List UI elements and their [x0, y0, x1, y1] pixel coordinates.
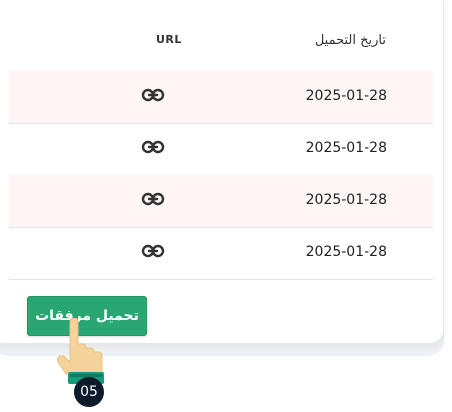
step-badge: 05	[74, 377, 104, 407]
attachments-card: URL تاريخ التحميل 2025-01-28 2025-01-28 …	[0, 0, 444, 344]
table-row: 2025-01-28	[9, 227, 433, 280]
table-row: 2025-01-28	[9, 175, 433, 228]
download-date: 2025-01-28	[305, 244, 387, 260]
download-date: 2025-01-28	[305, 192, 387, 208]
download-date: 2025-01-28	[305, 140, 387, 156]
link-icon[interactable]	[141, 85, 165, 105]
link-icon[interactable]	[141, 241, 165, 261]
column-header-download-date: تاريخ التحميل	[314, 33, 386, 48]
column-header-url: URL	[156, 33, 182, 46]
link-icon[interactable]	[141, 189, 165, 209]
table-row: 2025-01-28	[9, 71, 433, 124]
table-row: 2025-01-28	[9, 123, 433, 176]
download-date: 2025-01-28	[305, 88, 387, 104]
table-header: URL تاريخ التحميل	[9, 0, 433, 72]
link-icon[interactable]	[141, 137, 165, 157]
